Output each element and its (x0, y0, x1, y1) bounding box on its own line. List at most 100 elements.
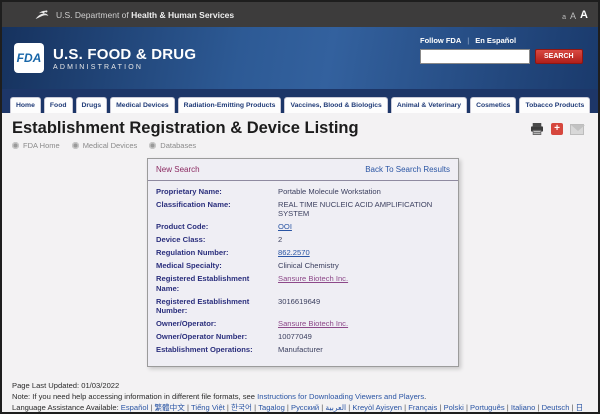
establishment-operations-value: Manufacturer (278, 345, 323, 354)
fda-logo[interactable]: FDA (14, 43, 44, 73)
font-size-small-button[interactable]: a (562, 14, 566, 21)
nav-tab-home[interactable]: Home (10, 97, 41, 113)
field-label: Product Code: (156, 222, 278, 231)
viewers-players-link[interactable]: Instructions for Downloading Viewers and… (257, 392, 424, 401)
nav-tab-drugs[interactable]: Drugs (76, 97, 108, 113)
breadcrumb-label: Databases (160, 141, 196, 150)
follow-fda-link[interactable]: Follow FDA (420, 36, 461, 45)
breadcrumb: FDA Home Medical Devices Databases (12, 141, 588, 150)
last-updated-text: Page Last Updated: 01/03/2022 (12, 381, 588, 391)
field-label: Registered Establishment Name: (156, 274, 278, 293)
table-row: Device Class: 2 (156, 235, 450, 244)
primary-nav: Home Food Drugs Medical Devices Radiatio… (2, 89, 598, 113)
font-size-controls: a A A (562, 9, 588, 21)
field-label: Device Class: (156, 235, 278, 244)
language-assistance-line: Language Assistance Available: Español 繁… (12, 403, 588, 414)
nav-tab-vaccines[interactable]: Vaccines, Blood & Biologics (284, 97, 387, 113)
table-row: Classification Name: REAL TIME NUCLEIC A… (156, 200, 450, 219)
new-search-link[interactable]: New Search (156, 165, 200, 174)
breadcrumb-medical-devices[interactable]: Medical Devices (72, 141, 138, 150)
breadcrumb-label: Medical Devices (83, 141, 138, 150)
fda-title-line2: ADMINISTRATION (53, 64, 196, 71)
owner-operator-link[interactable]: Sansure Biotech Inc. (278, 319, 348, 328)
search-button[interactable]: SEARCH (535, 49, 583, 64)
language-link-portuguese[interactable]: Português (470, 403, 511, 412)
table-row: Medical Specialty: Clinical Chemistry (156, 261, 450, 270)
language-link-arabic[interactable]: العربية (325, 403, 352, 412)
table-row: Product Code: OOI (156, 222, 450, 231)
nav-tab-radiation[interactable]: Radiation-Emitting Products (178, 97, 282, 113)
language-link-russian[interactable]: Русский (291, 403, 325, 412)
classification-name-value: REAL TIME NUCLEIC ACID AMPLIFICATION SYS… (278, 200, 450, 219)
table-row: Registered Establishment Name: Sansure B… (156, 274, 450, 293)
font-size-large-button[interactable]: A (580, 9, 588, 21)
nav-tab-medical-devices[interactable]: Medical Devices (110, 97, 175, 113)
language-link-chinese[interactable]: 繁體中文 (154, 403, 191, 412)
field-label: Owner/Operator: (156, 319, 278, 328)
table-row: Regulation Number: 862.2570 (156, 248, 450, 257)
field-label: Regulation Number: (156, 248, 278, 257)
email-icon[interactable] (570, 124, 584, 135)
header-links: Follow FDA | En Español (420, 36, 580, 45)
print-icon[interactable] (530, 123, 544, 135)
share-icon[interactable]: + (551, 123, 563, 135)
breadcrumb-bullet-icon (149, 142, 156, 149)
language-link-vietnamese[interactable]: Tiếng Việt (191, 403, 231, 412)
language-link-espanol[interactable]: Español (121, 403, 155, 412)
hhs-eagle-icon (34, 8, 50, 22)
table-row: Owner/Operator: Sansure Biotech Inc. (156, 319, 450, 328)
en-espanol-link[interactable]: En Español (475, 36, 516, 45)
registered-establishment-number-value: 3016619649 (278, 297, 320, 316)
device-record-panel: New Search Back To Search Results Propri… (147, 158, 459, 367)
breadcrumb-fda-home[interactable]: FDA Home (12, 141, 60, 150)
breadcrumb-bullet-icon (12, 142, 19, 149)
back-to-search-results-link[interactable]: Back To Search Results (365, 165, 450, 174)
record-fields: Proprietary Name: Portable Molecule Work… (148, 181, 458, 366)
note-line: Note: If you need help accessing informa… (12, 392, 588, 402)
breadcrumb-bullet-icon (72, 142, 79, 149)
nav-tab-food[interactable]: Food (44, 97, 73, 113)
header-link-separator: | (467, 36, 469, 45)
nav-tab-cosmetics[interactable]: Cosmetics (470, 97, 516, 113)
medical-specialty-value: Clinical Chemistry (278, 261, 339, 270)
language-link-kreyol[interactable]: Kreyòl Ayisyen (352, 403, 408, 412)
table-row: Owner/Operator Number: 10077049 (156, 332, 450, 341)
table-row: Establishment Operations: Manufacturer (156, 345, 450, 354)
regulation-number-link[interactable]: 862.2570 (278, 248, 310, 257)
language-link-tagalog[interactable]: Tagalog (258, 403, 291, 412)
language-link-polish[interactable]: Polski (444, 403, 470, 412)
page-action-icons: + (530, 123, 584, 135)
language-link-korean[interactable]: 한국어 (231, 403, 258, 412)
registered-establishment-name-link[interactable]: Sansure Biotech Inc. (278, 274, 348, 293)
page-notes: Page Last Updated: 01/03/2022 Note: If y… (12, 381, 588, 414)
device-class-value: 2 (278, 235, 282, 244)
search-input[interactable] (420, 49, 530, 64)
page-title: Establishment Registration & Device List… (12, 119, 588, 138)
field-label: Owner/Operator Number: (156, 332, 278, 341)
owner-operator-number-value: 10077049 (278, 332, 312, 341)
fda-header: FDA U.S. FOOD & DRUG ADMINISTRATION Foll… (2, 27, 598, 89)
product-code-link[interactable]: OOI (278, 222, 292, 231)
language-label: Language Assistance Available: (12, 403, 121, 412)
breadcrumb-label: FDA Home (23, 141, 60, 150)
nav-tab-animal[interactable]: Animal & Veterinary (391, 97, 467, 113)
dept-label: U.S. Department of Health & Human Servic… (56, 10, 234, 20)
breadcrumb-databases[interactable]: Databases (149, 141, 196, 150)
search-area: SEARCH (420, 49, 580, 64)
nav-tab-tobacco[interactable]: Tobacco Products (519, 97, 590, 113)
field-label: Establishment Operations: (156, 345, 278, 354)
fda-title-line1: U.S. FOOD & DRUG (53, 46, 196, 63)
language-link-italian[interactable]: Italiano (511, 403, 542, 412)
language-link-french[interactable]: Français (408, 403, 443, 412)
dept-bold: Health & Human Services (131, 10, 234, 20)
panel-header: New Search Back To Search Results (148, 159, 458, 181)
table-row: Proprietary Name: Portable Molecule Work… (156, 187, 450, 196)
proprietary-name-value: Portable Molecule Workstation (278, 187, 381, 196)
language-link-german[interactable]: Deutsch (542, 403, 576, 412)
main-content: Establishment Registration & Device List… (2, 113, 598, 414)
note-prefix: Note: If you need help accessing informa… (12, 392, 257, 401)
fda-window: U.S. Department of Health & Human Servic… (0, 0, 600, 414)
field-label: Medical Specialty: (156, 261, 278, 270)
note-suffix: . (424, 392, 426, 401)
font-size-medium-button[interactable]: A (570, 11, 576, 21)
